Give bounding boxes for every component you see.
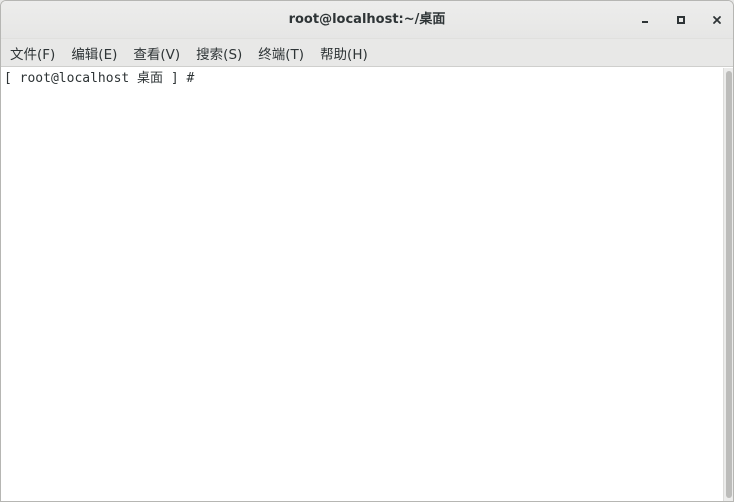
minimize-button[interactable] xyxy=(634,9,656,31)
maximize-button[interactable] xyxy=(670,9,692,31)
title-bar[interactable]: root@localhost:~/桌面 xyxy=(1,1,733,39)
terminal-window: root@localhost:~/桌面 文件(F) 编辑(E) 查看(V) 搜索… xyxy=(0,0,734,502)
window-title: root@localhost:~/桌面 xyxy=(288,12,446,27)
menu-terminal[interactable]: 终端(T) xyxy=(252,39,310,67)
close-icon xyxy=(713,16,721,24)
menu-bar: 文件(F) 编辑(E) 查看(V) 搜索(S) 终端(T) 帮助(H) xyxy=(1,39,733,67)
menu-help[interactable]: 帮助(H) xyxy=(314,39,374,67)
menu-edit[interactable]: 编辑(E) xyxy=(65,39,123,67)
terminal-area[interactable]: [ root@localhost 桌面 ] # xyxy=(1,68,723,501)
close-button[interactable] xyxy=(706,9,728,31)
menu-search[interactable]: 搜索(S) xyxy=(190,39,248,67)
maximize-icon xyxy=(677,16,685,24)
menu-view[interactable]: 查看(V) xyxy=(127,39,186,67)
scrollbar-thumb[interactable] xyxy=(726,71,732,498)
minimize-icon xyxy=(642,21,648,23)
scrollbar[interactable] xyxy=(723,68,733,501)
menu-file[interactable]: 文件(F) xyxy=(4,39,61,67)
shell-prompt: [ root@localhost 桌面 ] # xyxy=(4,71,195,86)
